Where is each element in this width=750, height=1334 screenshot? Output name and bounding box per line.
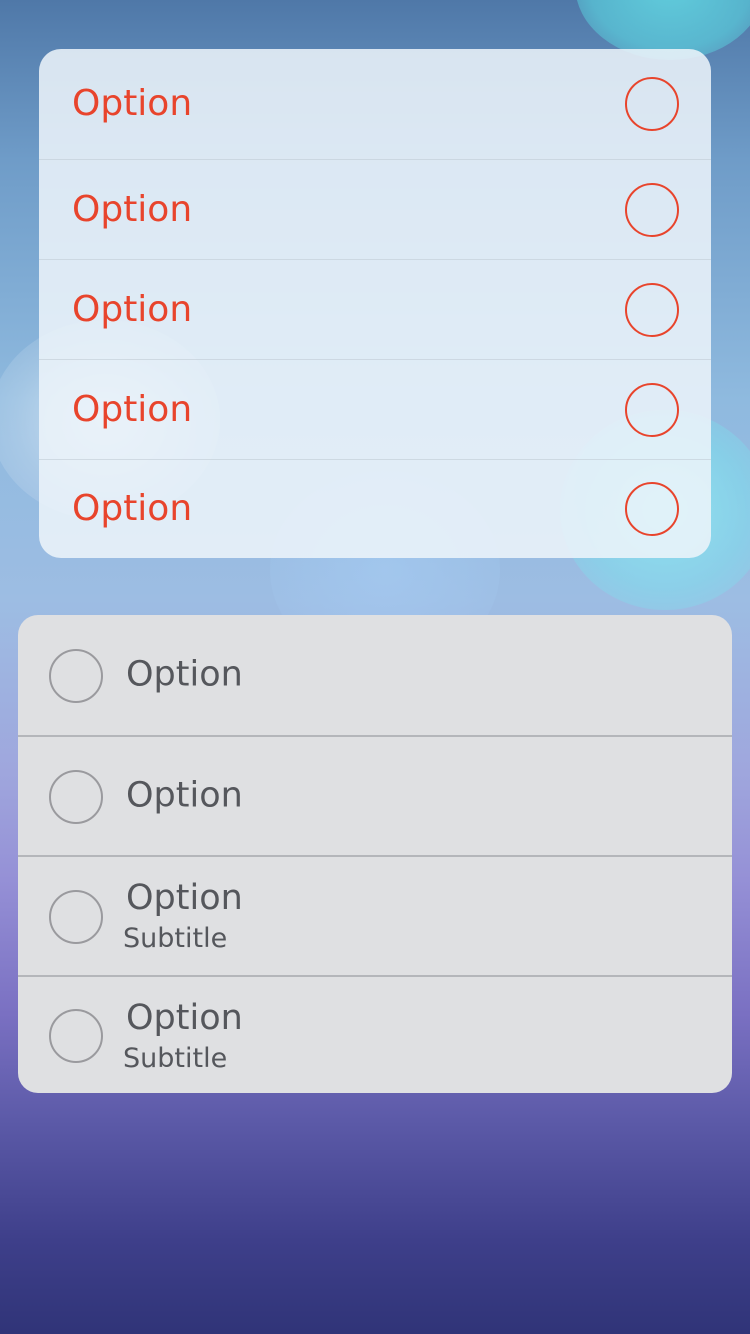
radio-circle-icon[interactable] [625, 182, 679, 237]
option-subtitle: Subtitle [123, 923, 228, 954]
radio-circle-icon[interactable] [49, 770, 103, 824]
option-label: Option [126, 878, 243, 918]
bottom-option-row-2[interactable]: Option [18, 735, 732, 855]
option-label: Option [72, 488, 193, 529]
radio-circle-icon[interactable] [625, 282, 679, 337]
bottom-option-row-4[interactable]: Option Subtitle [18, 975, 732, 1093]
top-option-row-3[interactable]: Option [39, 259, 711, 359]
top-option-row-4[interactable]: Option [39, 359, 711, 459]
option-label: Option [126, 998, 243, 1038]
radio-circle-icon[interactable] [625, 77, 679, 131]
option-label: Option [126, 654, 243, 695]
radio-circle-icon[interactable] [49, 890, 103, 944]
top-option-row-1[interactable]: Option [39, 49, 711, 159]
radio-circle-icon[interactable] [625, 482, 679, 536]
top-option-row-2[interactable]: Option [39, 159, 711, 259]
option-label: Option [72, 288, 193, 330]
option-subtitle: Subtitle [123, 1043, 228, 1074]
top-option-list: Option Option Option Option Option [39, 49, 711, 558]
bottom-option-row-1[interactable]: Option [18, 615, 732, 735]
option-label: Option [126, 775, 243, 816]
radio-circle-icon[interactable] [49, 649, 103, 703]
top-option-row-5[interactable]: Option [39, 459, 711, 558]
option-label: Option [72, 83, 193, 124]
radio-circle-icon[interactable] [49, 1009, 103, 1063]
radio-circle-icon[interactable] [625, 382, 679, 437]
bottom-option-row-3[interactable]: Option Subtitle [18, 855, 732, 975]
option-label: Option [72, 388, 193, 430]
option-label: Option [72, 188, 193, 230]
bottom-option-list: Option Option Option Subtitle Option Sub… [18, 615, 732, 1093]
